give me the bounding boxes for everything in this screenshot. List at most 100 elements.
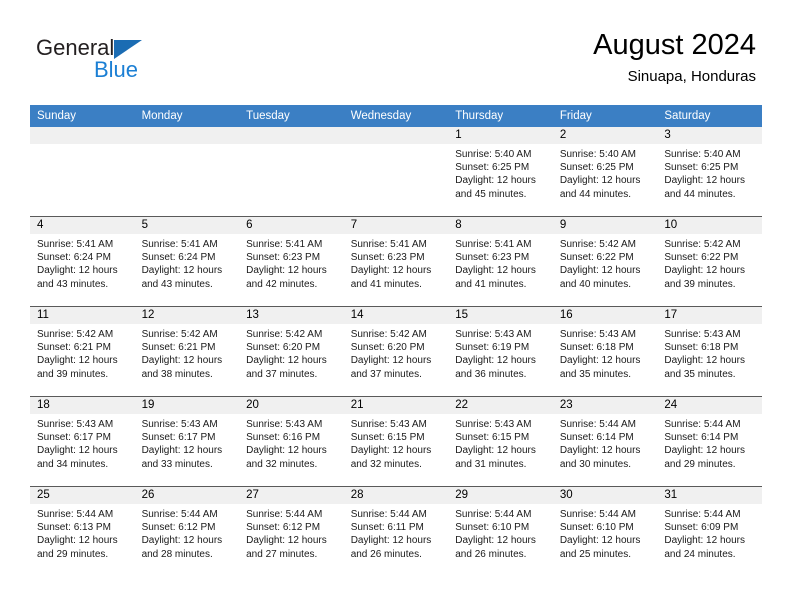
sunrise-text: Sunrise: 5:44 AM — [664, 509, 741, 520]
calendar-day-cell[interactable]: 29 Sunrise: 5:44 AM Sunset: 6:10 PM Dayligh… — [448, 486, 553, 576]
calendar-day-cell[interactable]: 5 Sunrise: 5:41 AM Sunset: 6:24 PM Daylight… — [134, 216, 240, 307]
calendar-day-cell[interactable]: 12 Sunrise: 5:42 AM Sunset: 6:21 PM Dayligh… — [134, 306, 240, 397]
day-cell-inner: 5 Sunrise: 5:41 AM Sunset: 6:24 PM Daylight… — [134, 217, 240, 306]
day-cell-inner: 6 Sunrise: 5:41 AM Sunset: 6:23 PM Daylight… — [239, 217, 344, 306]
calendar-day-cell[interactable]: 22 Sunrise: 5:43 AM Sunset: 6:15 PM Dayligh… — [448, 396, 553, 487]
day-number: 5 — [134, 217, 240, 234]
calendar-day-cell[interactable]: 19 Sunrise: 5:43 AM Sunset: 6:17 PM Dayligh… — [134, 396, 240, 487]
calendar-day-cell[interactable]: 10 Sunrise: 5:42 AM Sunset: 6:22 PM Dayligh… — [657, 216, 762, 307]
day-details: Sunrise: 5:44 AM Sunset: 6:12 PM Daylight:… — [239, 504, 344, 561]
calendar-day-cell[interactable]: 14 Sunrise: 5:42 AM Sunset: 6:20 PM Dayligh… — [343, 306, 449, 397]
day-cell-inner: 14 Sunrise: 5:42 AM Sunset: 6:20 PM Dayligh… — [343, 307, 449, 396]
daylight-text-line1: Daylight: 12 hours — [37, 265, 118, 277]
sunrise-text: Sunrise: 5:41 AM — [246, 239, 323, 250]
sunrise-text: Sunrise: 5:44 AM — [455, 509, 532, 520]
calendar-day-cell[interactable]: 4 Sunrise: 5:41 AM Sunset: 6:24 PM Daylight… — [30, 216, 135, 307]
sunset-text: Sunset: 6:21 PM — [37, 342, 111, 354]
calendar-day-cell[interactable]: 1 Sunrise: 5:40 AM Sunset: 6:25 PM Daylight… — [448, 127, 553, 217]
daylight-text-line2: and 43 minutes. — [141, 278, 213, 290]
calendar-day-cell[interactable]: 18 Sunrise: 5:43 AM Sunset: 6:17 PM Dayligh… — [30, 396, 135, 487]
calendar-day-cell[interactable]: 27 Sunrise: 5:44 AM Sunset: 6:12 PM Dayligh… — [239, 486, 344, 576]
day-number: 3 — [657, 127, 762, 144]
weekday-header-friday: Friday — [552, 105, 658, 127]
day-cell-inner: 7 Sunrise: 5:41 AM Sunset: 6:23 PM Daylight… — [343, 217, 449, 306]
sunrise-text: Sunrise: 5:41 AM — [350, 239, 427, 250]
day-number: 4 — [30, 217, 135, 234]
calendar-day-cell[interactable]: 8 Sunrise: 5:41 AM Sunset: 6:23 PM Daylight… — [448, 216, 553, 307]
sunrise-text: Sunrise: 5:41 AM — [37, 239, 114, 250]
calendar-day-cell[interactable]: 21 Sunrise: 5:43 AM Sunset: 6:15 PM Dayligh… — [343, 396, 449, 487]
daylight-text-line2: and 41 minutes. — [455, 278, 527, 290]
calendar-day-cell[interactable]: 20 Sunrise: 5:43 AM Sunset: 6:16 PM Dayligh… — [239, 396, 344, 487]
sunrise-text: Sunrise: 5:42 AM — [37, 329, 114, 340]
sunrise-text: Sunrise: 5:43 AM — [559, 329, 636, 340]
day-cell-inner: 24 Sunrise: 5:44 AM Sunset: 6:14 PM Dayligh… — [657, 397, 762, 486]
page-title: August 2024 — [593, 29, 756, 61]
calendar-grid: Sunday Monday Tuesday Wednesday Thursday… — [30, 105, 762, 576]
calendar-day-cell[interactable]: 31 Sunrise: 5:44 AM Sunset: 6:09 PM Dayligh… — [657, 486, 762, 576]
daylight-text-line2: and 27 minutes. — [246, 548, 318, 560]
day-details: Sunrise: 5:44 AM Sunset: 6:14 PM Daylight:… — [657, 414, 762, 471]
calendar-day-cell-empty — [239, 127, 344, 217]
calendar-day-cell[interactable]: 7 Sunrise: 5:41 AM Sunset: 6:23 PM Daylight… — [343, 216, 449, 307]
day-details: Sunrise: 5:43 AM Sunset: 6:16 PM Daylight:… — [239, 414, 344, 471]
daylight-text-line1: Daylight: 12 hours — [246, 445, 327, 457]
calendar-day-cell[interactable]: 30 Sunrise: 5:44 AM Sunset: 6:10 PM Dayligh… — [552, 486, 658, 576]
day-cell-inner: 17 Sunrise: 5:43 AM Sunset: 6:18 PM Dayligh… — [657, 307, 762, 396]
day-number: 23 — [552, 397, 658, 414]
daylight-text-line1: Daylight: 12 hours — [141, 355, 223, 367]
calendar-day-cell[interactable]: 13 Sunrise: 5:42 AM Sunset: 6:20 PM Dayligh… — [239, 306, 344, 397]
daylight-text-line1: Daylight: 12 hours — [141, 265, 223, 277]
daylight-text-line2: and 29 minutes. — [664, 458, 736, 470]
calendar-day-cell[interactable]: 3 Sunrise: 5:40 AM Sunset: 6:25 PM Daylight… — [657, 127, 762, 217]
day-number: 13 — [239, 307, 344, 324]
sunrise-text: Sunrise: 5:44 AM — [246, 509, 323, 520]
calendar-day-cell[interactable]: 2 Sunrise: 5:40 AM Sunset: 6:25 PM Daylight… — [552, 127, 658, 217]
day-number: 25 — [30, 487, 135, 504]
calendar-day-cell[interactable]: 11 Sunrise: 5:42 AM Sunset: 6:21 PM Dayligh… — [30, 306, 135, 397]
daylight-text-line2: and 34 minutes. — [37, 458, 109, 470]
calendar-day-cell[interactable]: 6 Sunrise: 5:41 AM Sunset: 6:23 PM Daylight… — [239, 216, 344, 307]
day-number — [343, 127, 449, 144]
daylight-text-line2: and 45 minutes. — [455, 188, 527, 200]
day-number: 30 — [552, 487, 658, 504]
sunset-text: Sunset: 6:14 PM — [559, 432, 634, 444]
day-number: 7 — [343, 217, 449, 234]
calendar-day-cell[interactable]: 17 Sunrise: 5:43 AM Sunset: 6:18 PM Dayligh… — [657, 306, 762, 397]
day-details: Sunrise: 5:43 AM Sunset: 6:18 PM Daylight:… — [553, 324, 658, 381]
day-cell-inner: 15 Sunrise: 5:43 AM Sunset: 6:19 PM Dayligh… — [448, 307, 553, 396]
daylight-text-line2: and 42 minutes. — [246, 278, 318, 290]
day-number: 17 — [657, 307, 762, 324]
daylight-text-line2: and 39 minutes. — [37, 368, 109, 380]
calendar-day-cell[interactable]: 26 Sunrise: 5:44 AM Sunset: 6:12 PM Dayligh… — [134, 486, 240, 576]
page-header: General Blue August 2024 Sinuapa, Hondur… — [0, 0, 792, 104]
weekday-header-thursday: Thursday — [448, 105, 553, 127]
calendar-day-cell[interactable]: 9 Sunrise: 5:42 AM Sunset: 6:22 PM Daylight… — [552, 216, 658, 307]
day-cell-inner: 23 Sunrise: 5:44 AM Sunset: 6:14 PM Dayligh… — [552, 397, 658, 486]
day-details: Sunrise: 5:41 AM Sunset: 6:24 PM Daylight:… — [135, 234, 240, 291]
sunset-text: Sunset: 6:15 PM — [350, 432, 425, 444]
calendar-day-cell[interactable]: 16 Sunrise: 5:43 AM Sunset: 6:18 PM Dayligh… — [552, 306, 658, 397]
day-cell-inner: 22 Sunrise: 5:43 AM Sunset: 6:15 PM Dayligh… — [448, 397, 553, 486]
daylight-text-line2: and 26 minutes. — [455, 548, 527, 560]
sunset-text: Sunset: 6:18 PM — [664, 342, 739, 354]
day-cell-inner: 19 Sunrise: 5:43 AM Sunset: 6:17 PM Dayligh… — [134, 397, 240, 486]
calendar-day-cell[interactable]: 23 Sunrise: 5:44 AM Sunset: 6:14 PM Dayligh… — [552, 396, 658, 487]
calendar-day-cell[interactable]: 25 Sunrise: 5:44 AM Sunset: 6:13 PM Dayligh… — [30, 486, 135, 576]
day-cell-inner: 20 Sunrise: 5:43 AM Sunset: 6:16 PM Dayligh… — [239, 397, 344, 486]
day-cell-inner: 25 Sunrise: 5:44 AM Sunset: 6:13 PM Dayligh… — [30, 487, 135, 576]
day-details: Sunrise: 5:43 AM Sunset: 6:17 PM Daylight:… — [135, 414, 240, 471]
calendar-day-cell[interactable]: 24 Sunrise: 5:44 AM Sunset: 6:14 PM Dayligh… — [657, 396, 762, 487]
sunset-text: Sunset: 6:25 PM — [664, 162, 739, 174]
calendar-day-cell[interactable]: 28 Sunrise: 5:44 AM Sunset: 6:11 PM Dayligh… — [343, 486, 449, 576]
day-number: 24 — [657, 397, 762, 414]
sunrise-text: Sunrise: 5:43 AM — [455, 329, 532, 340]
calendar-week-row: 11 Sunrise: 5:42 AM Sunset: 6:21 PM Dayligh… — [30, 306, 762, 397]
daylight-text-line1: Daylight: 12 hours — [455, 445, 536, 457]
calendar-day-cell[interactable]: 15 Sunrise: 5:43 AM Sunset: 6:19 PM Dayligh… — [448, 306, 553, 397]
day-details: Sunrise: 5:44 AM Sunset: 6:10 PM Daylight:… — [553, 504, 658, 561]
general-blue-logo[interactable]: General Blue — [36, 36, 166, 86]
daylight-text-line1: Daylight: 12 hours — [559, 355, 641, 367]
daylight-text-line1: Daylight: 12 hours — [559, 535, 641, 547]
day-number: 15 — [448, 307, 553, 324]
